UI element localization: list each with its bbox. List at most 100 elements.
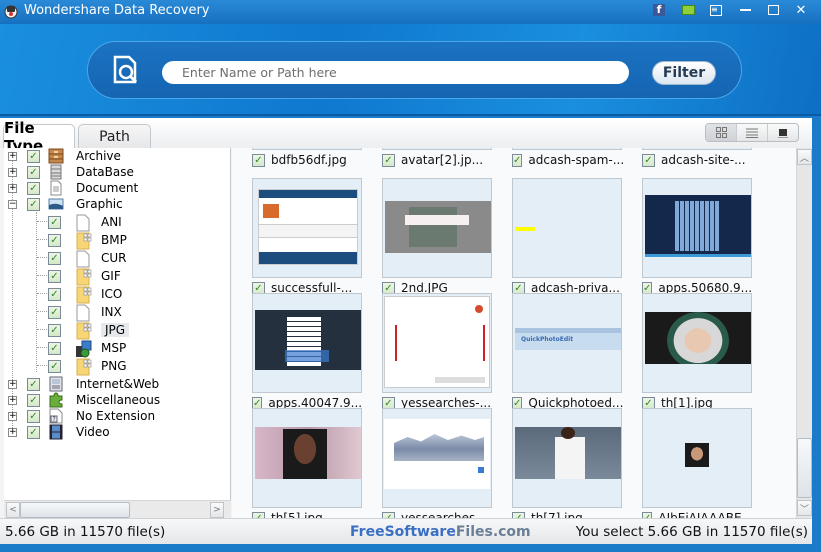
tree-checkbox[interactable]: ✓ [27,393,40,407]
file-checkbox[interactable]: ✓ [382,153,395,167]
feedback-button[interactable] [679,2,697,18]
tree-item-ico[interactable]: ✓ ICO [48,286,122,304]
tree-checkbox[interactable]: ✓ [48,269,61,283]
file-thumbnail[interactable] [512,408,622,508]
tree-item-png[interactable]: ✓ PNG [48,358,127,376]
file-thumbnail[interactable] [642,408,752,508]
tree-item-miscellaneous[interactable]: + ✓ Miscellaneous [8,392,160,408]
file-thumbnail[interactable] [382,148,492,150]
file-tile[interactable]: ✓ apps.50680.9... [642,178,752,297]
file-tile[interactable]: ✓ adcash-spam-... [512,148,624,169]
tree-checkbox[interactable]: ✓ [27,425,40,439]
file-tile[interactable]: ✓ yessearches-... [382,293,492,412]
search-input[interactable] [162,61,629,84]
collapse-icon[interactable]: − [8,199,17,209]
tree-checkbox[interactable]: ✓ [48,341,61,355]
file-thumbnail[interactable] [252,408,362,508]
tree-checkbox[interactable]: ✓ [27,181,40,195]
file-tile[interactable]: ✓ bdfb56df.jpg [252,148,362,169]
expand-icon[interactable]: + [8,411,17,421]
grid-vertical-scrollbar[interactable]: ︿ ﹀ [796,148,812,518]
file-thumbnail[interactable] [512,148,622,150]
expand-icon[interactable]: + [8,395,17,405]
filter-button[interactable]: Filter [652,61,716,85]
tree-item-cur[interactable]: ✓ CUR [48,250,127,268]
tree-checkbox[interactable]: ✓ [27,377,40,391]
tree-horizontal-scrollbar[interactable]: < > [4,500,231,518]
file-thumbnail[interactable] [642,148,752,150]
tree-checkbox[interactable]: ✓ [27,149,40,163]
expand-icon[interactable]: + [8,379,17,389]
tree-item-video[interactable]: + ✓ Video [8,424,110,440]
file-thumbnail[interactable] [252,148,362,150]
file-checkbox[interactable]: ✓ [642,153,655,167]
scroll-up-button[interactable]: ︿ [797,149,812,165]
scroll-right-button[interactable]: > [210,502,224,518]
tree-item-gif[interactable]: ✓ GIF [48,268,121,286]
expand-icon[interactable]: + [8,427,17,437]
scroll-down-button[interactable]: ﹀ [797,500,812,516]
file-tile[interactable]: ✓ th[1].jpg [642,293,752,412]
tree-item-document[interactable]: + ✓ Document [8,180,138,196]
preview-view-button[interactable] [768,124,798,141]
expand-icon[interactable]: + [8,151,17,161]
tree-checkbox[interactable]: ✓ [27,197,40,211]
tree-checkbox[interactable]: ✓ [27,165,40,179]
file-checkbox[interactable]: ✓ [252,153,265,167]
tab-path[interactable]: Path [78,124,151,148]
file-thumbnail[interactable] [642,293,752,393]
tree-item-database[interactable]: + ✓ DataBase [8,164,134,180]
tree-item-no-extension[interactable]: + ✓? No Extension [8,408,155,424]
tree-checkbox[interactable]: ✓ [48,233,61,247]
file-thumbnail[interactable] [382,178,492,278]
tree-item-msp[interactable]: ✓ MSP [48,340,126,358]
tree-item-archive[interactable]: + ✓ Archive [8,148,121,164]
file-tile[interactable]: QuickPhotoEdit ✓ Quickphotoed... [512,293,623,412]
scroll-left-button[interactable]: < [6,502,20,518]
tree-item-ani[interactable]: ✓ ANI [48,214,122,232]
tree-checkbox[interactable]: ✓ [48,215,61,229]
file-tile[interactable]: ✓ yessearches-... [382,408,492,518]
tree-checkbox[interactable]: ✓ [27,409,40,423]
list-view-button[interactable] [737,124,768,141]
file-thumbnail[interactable] [642,178,752,278]
file-tile[interactable]: ✓ 2nd.JPG [382,178,492,297]
tree-checkbox[interactable]: ✓ [48,323,61,337]
grid-scroll-thumb[interactable] [797,438,812,498]
file-tile[interactable]: ✓ AIbEiAIAAABE... [642,408,753,518]
file-tile[interactable]: ✓ th[7].jpg [512,408,622,518]
file-tile[interactable]: ✓ avatar[2].jp... [382,148,492,169]
tree-checkbox[interactable]: ✓ [48,287,61,301]
expand-icon[interactable]: + [8,167,17,177]
thumbnail-view-button[interactable] [706,124,737,141]
tree-item-graphic[interactable]: − ✓ Graphic [8,196,123,212]
file-tile[interactable]: ✓ adcash-site-... [642,148,752,169]
tree-item-inx[interactable]: ✓ INX [48,304,122,322]
register-button[interactable]: ≡ [707,2,725,18]
file-thumbnail[interactable] [252,293,362,393]
close-button[interactable]: ✕ [792,2,810,18]
file-thumbnail[interactable] [382,293,492,393]
tree-item-internet-web[interactable]: + ✓ Internet&Web [8,376,159,392]
tree-checkbox[interactable]: ✓ [48,305,61,319]
facebook-button[interactable]: f [650,2,668,18]
file-tile[interactable]: ✓ adcash-priva... [512,178,622,297]
svg-text:?: ? [53,416,56,423]
tree-checkbox[interactable]: ✓ [48,251,61,265]
file-checkbox[interactable]: ✓ [512,153,523,167]
file-thumbnail[interactable] [382,408,492,508]
tab-file-type[interactable]: File Type [3,119,75,155]
maximize-button[interactable] [764,2,782,18]
minimize-button[interactable] [736,2,754,18]
tree-item-bmp[interactable]: ✓ BMP [48,232,127,250]
expand-icon[interactable]: + [8,183,17,193]
tree-checkbox[interactable]: ✓ [48,359,61,373]
file-tile[interactable]: ✓ th[5].jpg [252,408,362,518]
file-tile[interactable]: ✓ apps.40047.9... [252,293,362,412]
file-thumbnail[interactable] [512,178,622,278]
tree-item-jpg[interactable]: ✓ JPG [48,322,130,340]
file-tile[interactable]: ✓ successfull-... [252,178,362,297]
tree-scroll-thumb[interactable] [20,502,130,518]
file-thumbnail[interactable] [252,178,362,278]
file-thumbnail[interactable]: QuickPhotoEdit [512,293,622,393]
